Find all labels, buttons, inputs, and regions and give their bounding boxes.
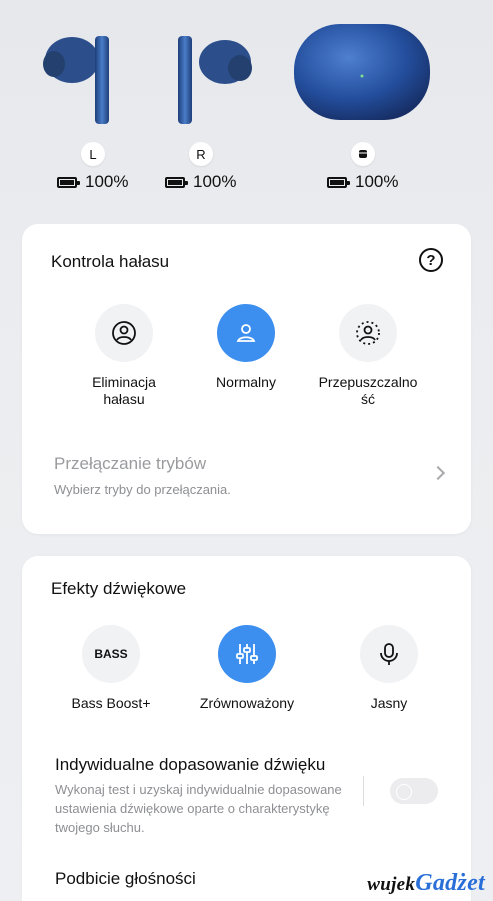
left-battery: 100% <box>57 172 128 192</box>
effect-clear[interactable]: Jasny <box>329 625 449 712</box>
effect-bass-boost-label: Bass Boost+ <box>71 695 151 711</box>
watermark-part2: Gadżet <box>415 870 485 896</box>
divider <box>363 776 364 806</box>
microphone-icon <box>360 625 418 683</box>
sound-effects-card: Efekty dźwiękowe BASS Bass Boost+ Zrówno… <box>22 556 471 901</box>
bass-icon: BASS <box>82 625 140 683</box>
battery-icon <box>165 176 188 188</box>
watermark-part1: wujek <box>367 874 416 895</box>
case-image <box>294 24 430 120</box>
transparency-icon <box>339 304 397 362</box>
equalizer-icon <box>218 625 276 683</box>
individual-tuning-title: Indywidualne dopasowanie dźwięku <box>55 755 326 774</box>
noise-control-title: Kontrola hałasu <box>51 252 170 271</box>
effect-balanced-label: Zrównoważony <box>199 695 295 711</box>
volume-boost-title[interactable]: Podbicie głośności <box>55 869 196 889</box>
case-battery-value: 100% <box>355 172 399 191</box>
watermark-logo: wujekGadżet <box>367 870 485 897</box>
mode-normal[interactable]: Normalny <box>186 304 306 391</box>
anc-icon <box>95 304 153 362</box>
help-icon[interactable]: ? <box>419 248 443 272</box>
devices-header: L R 100% 100% 100% <box>0 0 493 200</box>
chevron-right-icon <box>430 465 446 481</box>
noise-control-card: Kontrola hałasu ? Eliminacja hałasu Norm… <box>22 224 471 534</box>
right-earbud-label: R <box>189 142 213 166</box>
right-earbud-image <box>178 36 252 124</box>
mode-anc[interactable]: Eliminacja hałasu <box>64 304 184 408</box>
mode-normal-label: Normalny <box>216 374 276 390</box>
mode-transparency[interactable]: Przepuszczalno ść <box>308 304 428 408</box>
individual-tuning-description: Wykonaj test i uzyskaj indywidualnie dop… <box>55 782 342 835</box>
right-battery-value: 100% <box>193 172 237 191</box>
mode-anc-label: Eliminacja hałasu <box>92 374 156 407</box>
effect-balanced[interactable]: Zrównoważony <box>187 625 307 712</box>
effect-bass-boost[interactable]: BASS Bass Boost+ <box>51 625 171 712</box>
sound-effects-title: Efekty dźwiękowe <box>51 579 187 598</box>
right-battery: 100% <box>165 172 236 192</box>
effect-clear-label: Jasny <box>370 695 408 711</box>
battery-icon <box>57 176 80 188</box>
left-battery-value: 100% <box>85 172 129 191</box>
battery-icon <box>327 176 350 188</box>
mode-switch-title: Przełączanie trybów <box>54 454 207 473</box>
case-label-icon <box>351 142 375 166</box>
mode-transparency-label: Przepuszczalno ść <box>318 374 418 407</box>
normal-icon <box>217 304 275 362</box>
mode-switch-subtitle: Wybierz tryby do przełączania. <box>54 482 231 497</box>
individual-tuning-toggle[interactable] <box>390 778 438 804</box>
left-earbud-image <box>43 36 109 124</box>
bass-icon-text: BASS <box>94 647 128 661</box>
case-battery: 100% <box>327 172 398 192</box>
left-earbud-label: L <box>81 142 105 166</box>
